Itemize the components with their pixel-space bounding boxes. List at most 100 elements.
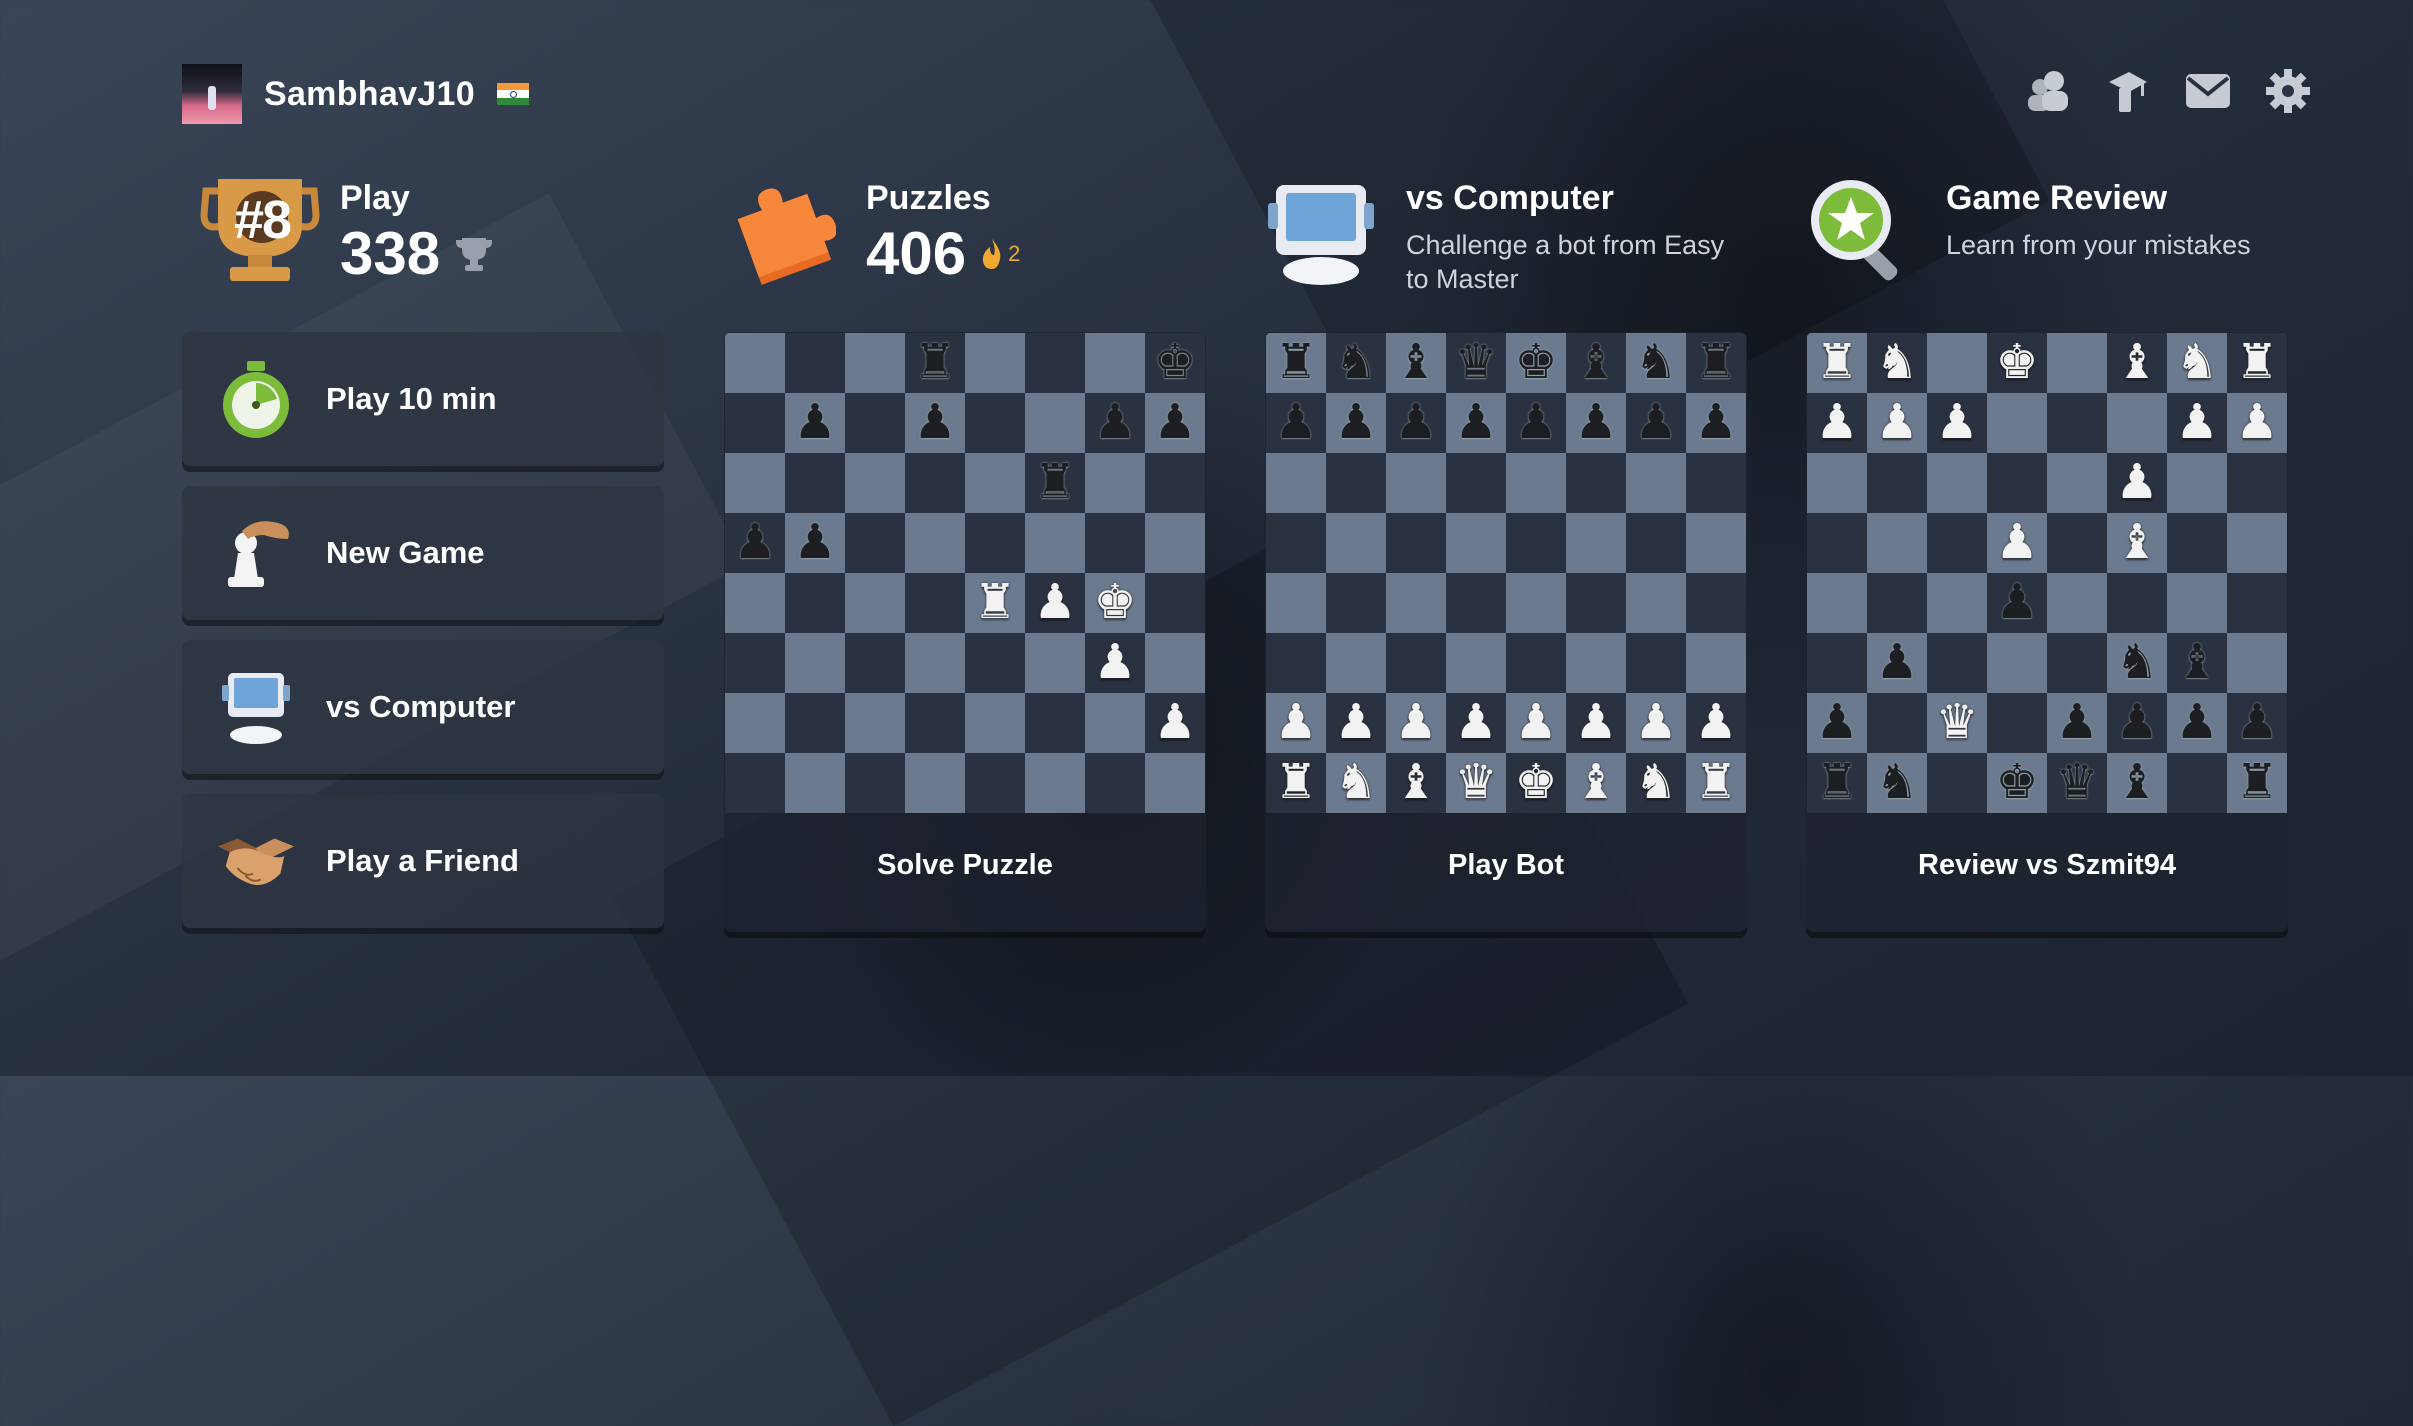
board-square — [965, 453, 1025, 513]
white-bishop-icon: ♝ — [2115, 336, 2159, 389]
board-square: ♟ — [1446, 393, 1506, 453]
board-square — [1085, 453, 1145, 513]
board-square: ♛ — [1446, 753, 1506, 813]
board-square: ♟ — [1326, 393, 1386, 453]
board-square — [1566, 453, 1626, 513]
black-pawn-icon: ♟ — [2175, 696, 2219, 749]
board-square — [1025, 393, 1085, 453]
board-square — [725, 333, 785, 393]
board-square: ♟ — [725, 513, 785, 573]
board-square — [2227, 573, 2287, 633]
white-king-icon: ♚ — [1093, 576, 1137, 629]
black-pawn-icon: ♟ — [793, 396, 837, 449]
white-pawn-icon: ♟ — [1815, 396, 1859, 449]
board-square — [785, 753, 845, 813]
white-queen-icon: ♛ — [1935, 696, 1979, 749]
board-square — [1807, 633, 1867, 693]
streak-count: 2 — [1008, 241, 1021, 266]
board-square: ♜ — [1266, 333, 1326, 393]
review-stat[interactable]: Game Review Learn from your mistakes — [1806, 175, 2286, 285]
board-square: ♜ — [905, 333, 965, 393]
play-10-min-button[interactable]: Play 10 min — [182, 332, 664, 466]
board-square — [785, 573, 845, 633]
settings-icon[interactable] — [2263, 68, 2313, 114]
black-king-icon: ♚ — [1514, 336, 1558, 389]
black-rook-icon: ♜ — [1033, 456, 1077, 509]
board-square — [1446, 453, 1506, 513]
avatar[interactable] — [182, 64, 242, 124]
black-bishop-icon: ♝ — [2115, 756, 2159, 809]
board-square: ♟ — [1987, 513, 2047, 573]
board-square — [1266, 513, 1326, 573]
white-king-icon: ♚ — [1514, 756, 1558, 809]
new-game-button[interactable]: New Game — [182, 486, 664, 620]
black-pawn-icon: ♟ — [2055, 696, 2099, 749]
board-square — [1626, 573, 1686, 633]
board-square: ♝ — [2107, 333, 2167, 393]
board-square — [1927, 633, 1987, 693]
white-pawn-icon: ♟ — [2175, 396, 2219, 449]
board-square: ♛ — [1927, 693, 1987, 753]
board-square: ♟ — [1386, 693, 1446, 753]
board-square: ♚ — [1145, 333, 1205, 393]
board-square: ♝ — [1566, 753, 1626, 813]
trophy-icon — [454, 224, 494, 284]
board-square — [1807, 513, 1867, 573]
white-pawn-icon: ♟ — [2115, 456, 2159, 509]
white-bishop-icon: ♝ — [2115, 516, 2159, 569]
board-square — [845, 453, 905, 513]
play-stat[interactable]: #8 Play 338 — [200, 175, 494, 285]
board-square — [905, 573, 965, 633]
puzzles-stat[interactable]: Puzzles 406 2 — [726, 175, 1020, 285]
board-square — [1626, 453, 1686, 513]
play-bot-card[interactable]: ♜ ♞ ♝ ♛ ♚ ♝ ♞ ♜ ♟ ♟ ♟ ♟ ♟ ♟ ♟ ♟ ♟ ♟ ♟ ♟ ♟ ♟ ♟ ♟ ♜ ♞ ♝ ♛ ♚ ♝ ♞ ♜ Play Bo… — [1265, 332, 1747, 932]
board-square — [1266, 633, 1326, 693]
board-square — [1927, 573, 1987, 633]
black-rook-icon: ♜ — [913, 336, 957, 389]
black-rook-icon: ♜ — [1815, 756, 1859, 809]
black-queen-icon: ♛ — [1454, 336, 1498, 389]
vs-computer-button[interactable]: vs Computer — [182, 640, 664, 774]
solve-puzzle-card[interactable]: ♜ ♚ ♟ ♟ ♟ ♟ ♜ ♟ ♟ ♜ ♟ ♚ ♟ ♟ Solve Puzzle — [724, 332, 1206, 932]
board-square: ♜ — [1025, 453, 1085, 513]
play-a-friend-label: Play a Friend — [326, 843, 519, 878]
messages-icon[interactable] — [2183, 68, 2233, 114]
white-pawn-icon: ♟ — [1454, 696, 1498, 749]
board-square — [2227, 633, 2287, 693]
white-pawn-icon: ♟ — [1875, 396, 1919, 449]
board-square: ♜ — [1266, 753, 1326, 813]
board-square: ♟ — [1085, 393, 1145, 453]
play-bot-label: Play Bot — [1447, 849, 1565, 881]
board-square — [845, 393, 905, 453]
board-square — [2107, 393, 2167, 453]
board-square — [1446, 513, 1506, 573]
board-square: ♞ — [2107, 633, 2167, 693]
computer-stat[interactable]: vs Computer Challenge a bot from Easy to… — [1266, 175, 1746, 296]
board-square: ♟ — [1807, 693, 1867, 753]
board-square — [725, 693, 785, 753]
board-square — [2047, 393, 2107, 453]
black-knight-icon: ♞ — [2115, 636, 2159, 689]
black-pawn-icon: ♟ — [2115, 696, 2159, 749]
learn-icon[interactable] — [2103, 68, 2153, 114]
board-square: ♜ — [2227, 753, 2287, 813]
friends-icon[interactable] — [2023, 68, 2073, 114]
new-game-label: New Game — [326, 535, 485, 570]
black-pawn-icon: ♟ — [793, 516, 837, 569]
play-a-friend-button[interactable]: Play a Friend — [182, 794, 664, 928]
black-pawn-icon: ♟ — [1875, 636, 1919, 689]
username[interactable]: SambhavJ10 — [264, 75, 475, 114]
computer-description: Challenge a bot from Easy to Master — [1406, 230, 1725, 294]
board-square: ♞ — [1867, 753, 1927, 813]
puzzle-piece-icon — [726, 175, 837, 285]
board-square: ♛ — [1446, 333, 1506, 393]
board-square — [965, 753, 1025, 813]
board-square: ♟ — [1446, 693, 1506, 753]
black-knight-icon: ♞ — [1634, 336, 1678, 389]
board-square — [1386, 453, 1446, 513]
white-pawn-icon: ♟ — [1995, 516, 2039, 569]
board-square: ♞ — [1626, 333, 1686, 393]
board-square: ♟ — [905, 393, 965, 453]
board-square — [785, 453, 845, 513]
game-review-card[interactable]: ♜ ♞ ♚ ♝ ♞ ♜ ♟ ♟ ♟ ♟ ♟ ♟ ♟ ♝ ♟ ♟ ♞ ♝ ♟ ♛ ♟ ♟ ♟ ♟ ♜ ♞ ♚ ♛ ♝ ♜ Review vs… — [1806, 332, 2288, 932]
